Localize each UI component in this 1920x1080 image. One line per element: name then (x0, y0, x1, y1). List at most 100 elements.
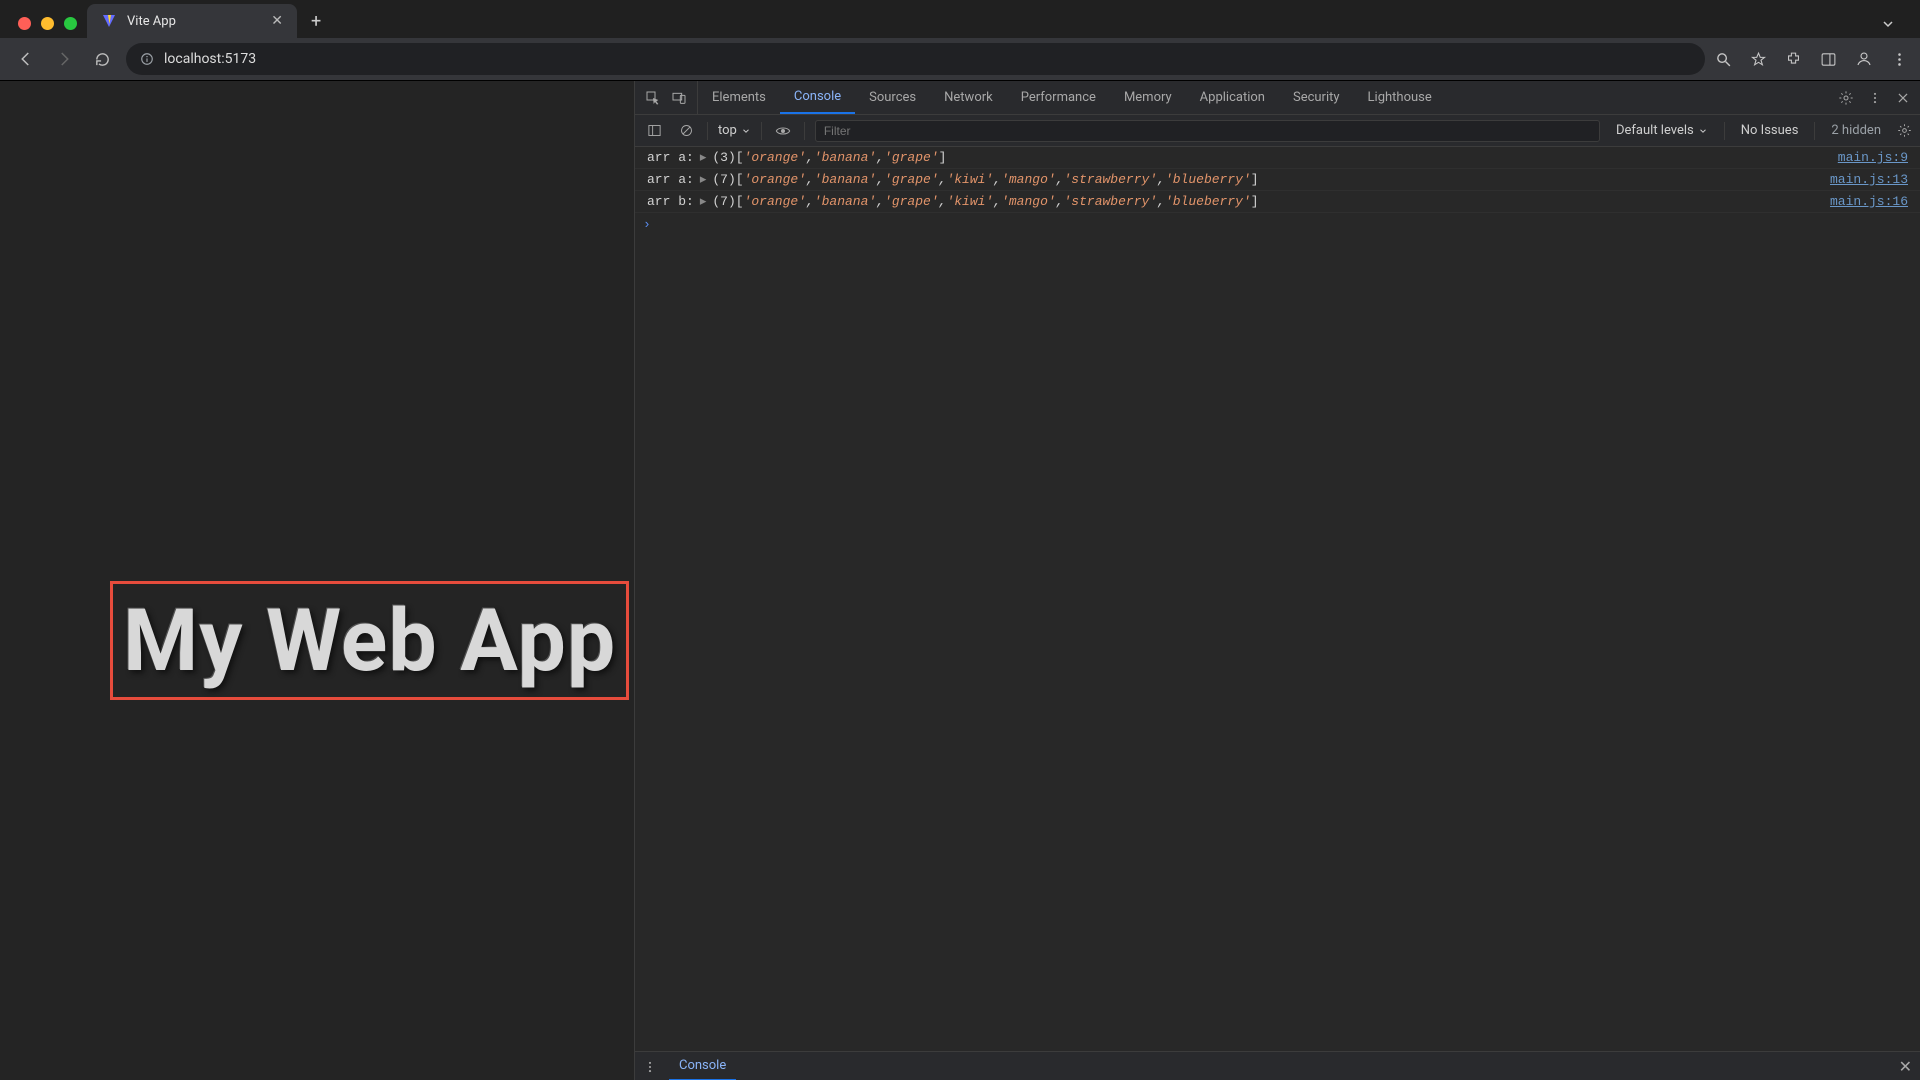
bracket-close: ] (1251, 194, 1259, 209)
window-close-button[interactable] (18, 17, 31, 30)
console-prompt[interactable]: › (635, 213, 1920, 236)
log-label: arr b: (647, 194, 694, 209)
window-maximize-button[interactable] (64, 17, 77, 30)
devtools-tab-security[interactable]: Security (1279, 81, 1354, 114)
comma: , (806, 172, 814, 187)
devtools-kebab-icon[interactable] (1868, 91, 1882, 105)
tab-title: Vite App (127, 14, 176, 29)
array-item: 'strawberry' (1064, 194, 1158, 209)
devtools-tab-memory[interactable]: Memory (1110, 81, 1186, 114)
separator (1724, 122, 1725, 140)
bracket-close: ] (1251, 172, 1259, 187)
console-input[interactable] (659, 217, 1912, 232)
tab-close-button[interactable]: ✕ (271, 13, 283, 29)
expand-icon[interactable]: ▸ (700, 150, 707, 165)
window-controls (10, 17, 87, 38)
devtools-tab-console[interactable]: Console (780, 81, 855, 114)
array-item: 'orange' (744, 194, 806, 209)
array-item: 'kiwi' (946, 194, 993, 209)
forward-button[interactable] (50, 45, 78, 73)
devtools-close-icon[interactable] (1896, 91, 1910, 105)
comma: , (876, 172, 884, 187)
console-settings-icon[interactable] (1897, 123, 1912, 138)
menu-icon[interactable] (1891, 51, 1908, 68)
comma: , (939, 172, 947, 187)
comma: , (1157, 194, 1165, 209)
comma: , (1056, 172, 1064, 187)
comma: , (1056, 194, 1064, 209)
array-item: 'orange' (744, 172, 806, 187)
browser-chrome: Vite App ✕ + localhost:5173 (0, 0, 1920, 81)
separator (707, 122, 708, 140)
log-label: arr a: (647, 172, 694, 187)
source-link[interactable]: main.js:16 (1810, 194, 1908, 209)
comma: , (876, 194, 884, 209)
chevron-down-icon (1698, 126, 1708, 136)
prompt-caret-icon: › (643, 217, 651, 232)
source-link[interactable]: main.js:13 (1810, 172, 1908, 187)
page-heading: My Web App (110, 581, 629, 700)
devtools-tab-performance[interactable]: Performance (1007, 81, 1110, 114)
comma: , (993, 194, 1001, 209)
site-info-icon[interactable] (140, 52, 154, 66)
comma: , (939, 194, 947, 209)
devtools-panel: ElementsConsoleSourcesNetworkPerformance… (634, 81, 1920, 1080)
new-tab-button[interactable]: + (297, 11, 335, 38)
side-panel-icon[interactable] (1820, 51, 1837, 68)
main-split: My Web App ElementsConsoleSourcesNetwork… (0, 81, 1920, 1080)
array-item: 'mango' (1001, 194, 1056, 209)
console-log-row: arr b: ▸(7) ['orange', 'banana', 'grape'… (635, 191, 1920, 213)
expand-icon[interactable]: ▸ (700, 194, 707, 209)
toolbar-right-icons (1715, 50, 1908, 68)
browser-tab[interactable]: Vite App ✕ (87, 4, 297, 38)
extensions-icon[interactable] (1785, 51, 1802, 68)
array-item: 'grape' (884, 194, 939, 209)
devtools-tab-lighthouse[interactable]: Lighthouse (1354, 81, 1446, 114)
comma: , (876, 150, 884, 165)
drawer-tab-console[interactable]: Console (669, 1052, 736, 1080)
device-toolbar-icon[interactable] (671, 90, 687, 106)
arrow-right-icon (55, 50, 73, 68)
profile-icon[interactable] (1855, 50, 1873, 68)
reload-icon (94, 51, 111, 68)
browser-toolbar: localhost:5173 (0, 38, 1920, 80)
chevron-down-icon (741, 126, 751, 136)
array-item: 'orange' (744, 150, 806, 165)
drawer-close-icon[interactable]: ✕ (1899, 1057, 1912, 1076)
inspect-element-icon[interactable] (645, 90, 661, 106)
tab-search-button[interactable] (1866, 16, 1910, 38)
separator (1814, 122, 1815, 140)
issues-label[interactable]: No Issues (1735, 123, 1805, 138)
back-button[interactable] (12, 45, 40, 73)
expand-icon[interactable]: ▸ (700, 172, 707, 187)
vite-favicon-icon (101, 13, 117, 29)
toggle-sidebar-icon[interactable] (643, 120, 665, 142)
devtools-tab-elements[interactable]: Elements (698, 81, 780, 114)
devtools-tabs: ElementsConsoleSourcesNetworkPerformance… (635, 81, 1920, 115)
execution-context-selector[interactable]: top (718, 123, 751, 138)
bookmark-icon[interactable] (1750, 51, 1767, 68)
source-link[interactable]: main.js:9 (1818, 150, 1908, 165)
arrow-left-icon (17, 50, 35, 68)
zoom-icon[interactable] (1715, 51, 1732, 68)
bracket-open: [ (736, 194, 744, 209)
log-levels-selector[interactable]: Default levels (1610, 123, 1714, 138)
devtools-tab-sources[interactable]: Sources (855, 81, 930, 114)
bracket-close: ] (939, 150, 947, 165)
log-label: arr a: (647, 150, 694, 165)
live-expression-icon[interactable] (772, 120, 794, 142)
comma: , (993, 172, 1001, 187)
window-minimize-button[interactable] (41, 17, 54, 30)
separator (804, 122, 805, 140)
devtools-tab-list: ElementsConsoleSourcesNetworkPerformance… (698, 81, 1446, 114)
drawer-kebab-icon[interactable] (643, 1060, 657, 1074)
devtools-tab-application[interactable]: Application (1186, 81, 1279, 114)
reload-button[interactable] (88, 45, 116, 73)
array-item: 'strawberry' (1064, 172, 1158, 187)
array-item: 'blueberry' (1165, 172, 1251, 187)
address-bar[interactable]: localhost:5173 (126, 43, 1705, 75)
console-filter-input[interactable] (815, 120, 1600, 142)
devtools-tab-network[interactable]: Network (930, 81, 1007, 114)
devtools-settings-icon[interactable] (1838, 90, 1854, 106)
clear-console-icon[interactable] (675, 120, 697, 142)
